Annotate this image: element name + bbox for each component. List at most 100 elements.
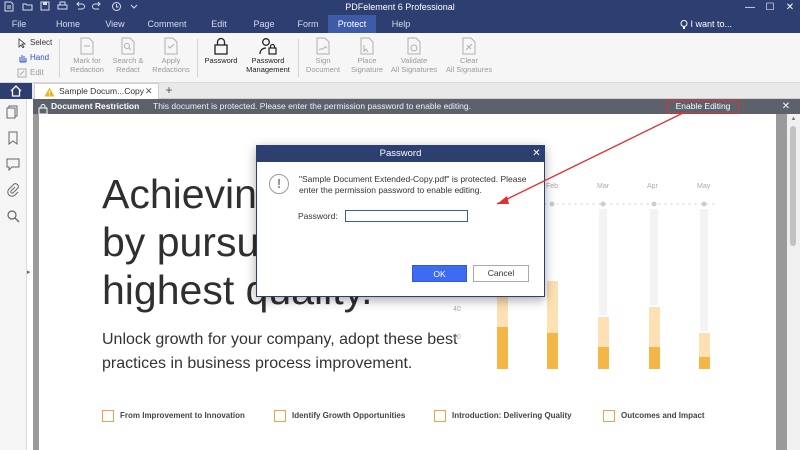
footer-item: From Improvement to Innovation — [102, 410, 245, 422]
page-headline-line-2: by pursu — [102, 219, 260, 265]
restriction-message: This document is protected. Please enter… — [153, 101, 471, 111]
document-tab-title: Sample Docum...Copy — [59, 86, 145, 96]
chart-y-tick: 40 — [453, 306, 461, 313]
sign-document-button[interactable]: Sign Document — [304, 37, 342, 81]
i-want-to-search[interactable]: I want to... — [680, 15, 732, 33]
outcomes-icon — [603, 410, 615, 422]
chart-marker — [701, 201, 707, 207]
chart-bar-dark — [649, 347, 660, 369]
chart-bar-dark — [547, 333, 558, 369]
home-icon — [10, 85, 22, 97]
home-tab-button[interactable] — [0, 83, 32, 99]
document-tab-bar: Sample Docum...Copy ✕ + — [0, 83, 800, 99]
chart-bar-dark — [497, 327, 508, 369]
chart-marker — [651, 201, 657, 207]
growth-icon — [274, 410, 286, 422]
cancel-button[interactable]: Cancel — [473, 265, 529, 282]
apply-redactions-label-2: Redactions — [152, 64, 190, 74]
bookmark-icon[interactable] — [6, 131, 20, 145]
password-management-button[interactable]: Password Management — [244, 37, 292, 81]
page-subtitle-line-1: Unlock growth for your company, adopt th… — [102, 331, 458, 348]
user-lock-icon — [259, 38, 277, 55]
mark-redaction-icon — [80, 37, 94, 55]
ribbon-divider — [298, 39, 299, 77]
clear-signatures-icon — [462, 37, 476, 55]
protect-ribbon: Select Hand Edit Mark for Redaction Sear… — [0, 33, 800, 83]
edit-tool[interactable]: Edit — [17, 67, 44, 78]
hand-tool-label: Hand — [30, 53, 50, 62]
edit-tool-label: Edit — [30, 68, 44, 77]
select-tool-label: Select — [30, 38, 53, 47]
thumbnails-icon[interactable] — [6, 105, 20, 119]
apply-redactions-icon — [164, 37, 178, 55]
mark-for-redaction-button[interactable]: Mark for Redaction — [68, 37, 106, 81]
sign-document-icon — [316, 37, 330, 55]
scrollbar-thumb[interactable] — [790, 126, 796, 246]
chart-month-label: Feb — [546, 183, 559, 190]
chart-bar-dark — [598, 347, 609, 369]
close-tab-icon[interactable]: ✕ — [145, 84, 153, 99]
footer-item-label: Introduction: Delivering Quality — [452, 411, 572, 421]
close-restriction-bar-button[interactable]: ✕ — [779, 99, 793, 114]
menu-page[interactable]: Page — [246, 15, 282, 33]
page-headline-line-1: Achievin — [102, 171, 257, 217]
enable-editing-button[interactable]: Enable Editing — [667, 100, 739, 113]
menu-protect[interactable]: Protect — [328, 15, 376, 33]
password-management-label-2: Management — [246, 64, 290, 74]
sign-document-label-2: Document — [305, 64, 341, 74]
password-dialog: Password ✕ ! "Sample Document Extended-C… — [256, 145, 545, 297]
quality-icon — [434, 410, 446, 422]
menu-view[interactable]: View — [97, 15, 133, 33]
clear-all-signatures-button[interactable]: Clear All Signatures — [444, 37, 494, 81]
password-button[interactable]: Password — [203, 37, 239, 81]
chart-y-tick: 20 — [453, 334, 461, 341]
window-title: PDFelement 6 Professional — [345, 2, 455, 12]
attachment-icon[interactable] — [6, 183, 20, 197]
chart-month-label: Apr — [647, 183, 658, 190]
dialog-title: Password — [257, 146, 544, 162]
search-redact-button[interactable]: Search & Redact — [110, 37, 146, 81]
hand-tool[interactable]: Hand — [17, 52, 49, 63]
place-signature-button[interactable]: Place Signature — [348, 37, 386, 81]
chart-month-label: May — [697, 183, 711, 190]
menu-bar: File Home View Comment Edit Page Form Pr… — [0, 15, 800, 33]
scroll-up-arrow-icon[interactable]: ▲ — [787, 114, 800, 124]
menu-comment[interactable]: Comment — [143, 15, 191, 33]
mark-for-redaction-label-2: Redaction — [70, 64, 104, 74]
page-subtitle-line-2: practices in business process improvemen… — [102, 355, 413, 372]
lock-icon — [38, 101, 48, 115]
minimize-button[interactable]: — — [740, 0, 760, 15]
hand-icon — [17, 53, 28, 63]
menu-home[interactable]: Home — [50, 15, 86, 33]
footer-item: Introduction: Delivering Quality — [434, 410, 572, 422]
maximize-button[interactable]: ☐ — [760, 0, 780, 15]
footer-item: Outcomes and Impact — [603, 410, 705, 422]
menu-form[interactable]: Form — [290, 15, 326, 33]
search-redact-icon — [121, 37, 135, 55]
menu-edit[interactable]: Edit — [203, 15, 235, 33]
apply-redactions-button[interactable]: Apply Redactions — [150, 37, 192, 81]
place-signature-label-2: Signature — [350, 64, 384, 74]
i-want-to-label: I want to... — [690, 19, 733, 29]
search-icon[interactable] — [6, 209, 20, 223]
footer-item: Identify Growth Opportunities — [274, 410, 405, 422]
document-tab[interactable]: Sample Docum...Copy ✕ — [34, 83, 159, 99]
left-panel-toolbar — [0, 99, 27, 450]
ribbon-divider — [59, 39, 60, 77]
select-tool[interactable]: Select — [17, 37, 53, 49]
chart-marker — [600, 201, 606, 207]
dialog-close-button[interactable]: ✕ — [529, 146, 544, 162]
ok-button[interactable]: OK — [412, 265, 467, 282]
close-window-button[interactable]: ✕ — [780, 0, 800, 15]
password-button-label: Password — [204, 56, 238, 65]
menu-help[interactable]: Help — [385, 15, 417, 33]
password-input[interactable] — [345, 210, 468, 222]
new-tab-button[interactable]: + — [162, 83, 176, 99]
search-redact-label-2: Redact — [116, 64, 140, 74]
chart-month-label: Mar — [597, 183, 610, 190]
restriction-title: Document Restriction — [51, 101, 140, 111]
vertical-scrollbar[interactable]: ▲ — [787, 114, 800, 450]
menu-file[interactable]: File — [4, 15, 34, 33]
validate-all-signatures-button[interactable]: Validate All Signatures — [390, 37, 438, 81]
comment-icon[interactable] — [6, 157, 20, 172]
